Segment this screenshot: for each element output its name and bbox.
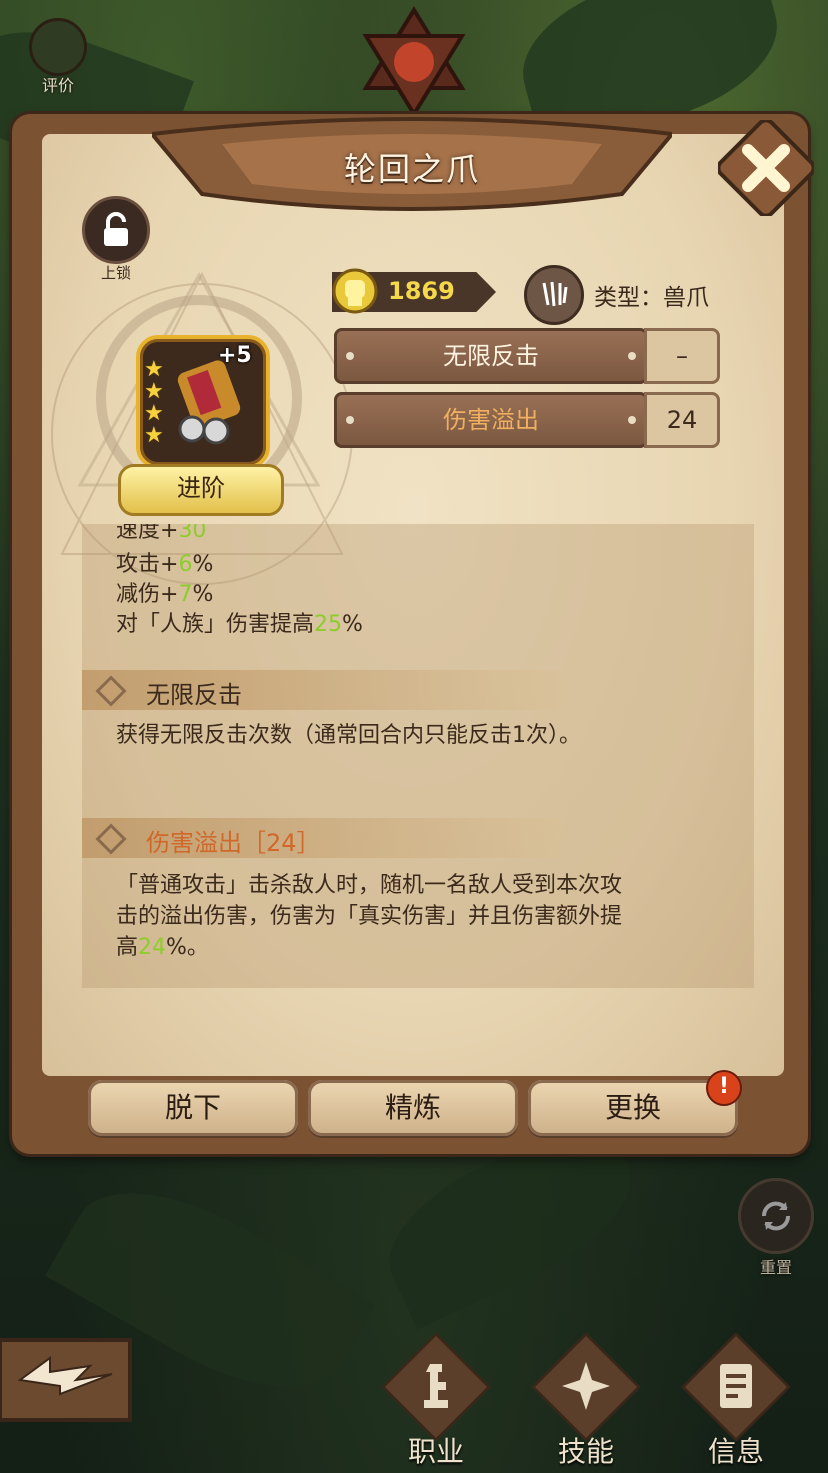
diamond-icon (95, 823, 127, 855)
power-value: 1869 (388, 277, 455, 305)
stat-line: 对「人族」伤害提高25% (116, 612, 363, 637)
advance-button[interactable]: 进阶 (118, 464, 284, 516)
faction-emblem-icon (362, 6, 466, 118)
skill-name: 无限反击 (334, 328, 648, 384)
rating-icon (29, 18, 87, 76)
rating-label: 评价 (41, 76, 74, 95)
stat-line: 攻击+6% (116, 552, 214, 577)
rivet-icon (346, 352, 354, 360)
enhance-level: +5 (218, 343, 252, 368)
skill-level: 24 (644, 392, 720, 448)
nav-info[interactable]: 信息 (676, 1332, 796, 1473)
nav-label: 信息 (707, 1435, 764, 1468)
rivet-icon (628, 352, 636, 360)
nav-skill[interactable]: 技能 (526, 1332, 646, 1473)
refine-button[interactable]: 精炼 (308, 1080, 518, 1136)
reset-label: 重置 (759, 1258, 792, 1277)
section-text: 「普通攻击」击杀敌人时，随机一名敌人受到本次攻 击的溢出伤害，伤害为「真实伤害」… (116, 873, 623, 960)
fist-icon (332, 268, 378, 314)
rivet-icon (628, 416, 636, 424)
skill-icon (562, 1362, 610, 1410)
skill-level: – (644, 328, 720, 384)
section-title: 无限反击 (146, 681, 242, 709)
rivet-icon (346, 416, 354, 424)
stat-line: 减伤+7% (116, 582, 214, 607)
skill-row[interactable]: 无限反击 – (334, 328, 720, 384)
reset-button[interactable]: 重置 (738, 1178, 814, 1278)
nav-label: 技能 (557, 1435, 614, 1468)
item-title: 轮回之爪 (343, 150, 480, 188)
section-header: 伤害溢出［24］ (82, 818, 562, 858)
star-icon: ★ (144, 423, 164, 448)
close-button[interactable] (718, 120, 814, 216)
skill-name: 伤害溢出 (334, 392, 648, 448)
nav-label: 职业 (407, 1435, 464, 1468)
refresh-icon (738, 1178, 814, 1254)
description-scroll[interactable]: 速度+30 攻击+6% 减伤+7% 对「人族」伤害提高25% 无限反击 获得无限… (82, 524, 754, 988)
section-title: 伤害溢出［24］ (146, 829, 321, 857)
weapon-type: 类型：兽爪 (594, 285, 709, 311)
stat-line: 速度+30 (116, 524, 207, 543)
skill-row[interactable]: 伤害溢出 24 (334, 392, 720, 448)
unequip-button[interactable]: 脱下 (88, 1080, 298, 1136)
type-claw-icon (524, 265, 584, 325)
diamond-icon (95, 675, 127, 707)
info-icon (720, 1364, 752, 1408)
back-button[interactable] (0, 1330, 140, 1430)
class-icon (424, 1364, 448, 1408)
alert-icon: ! (706, 1070, 742, 1106)
section-header: 无限反击 (82, 670, 562, 710)
nav-class[interactable]: 职业 (376, 1332, 496, 1473)
rating-button[interactable]: 评价 (28, 18, 88, 96)
unlock-icon (82, 196, 150, 264)
section-text: 获得无限反击次数（通常回合内只能反击1次）。 (116, 723, 581, 748)
